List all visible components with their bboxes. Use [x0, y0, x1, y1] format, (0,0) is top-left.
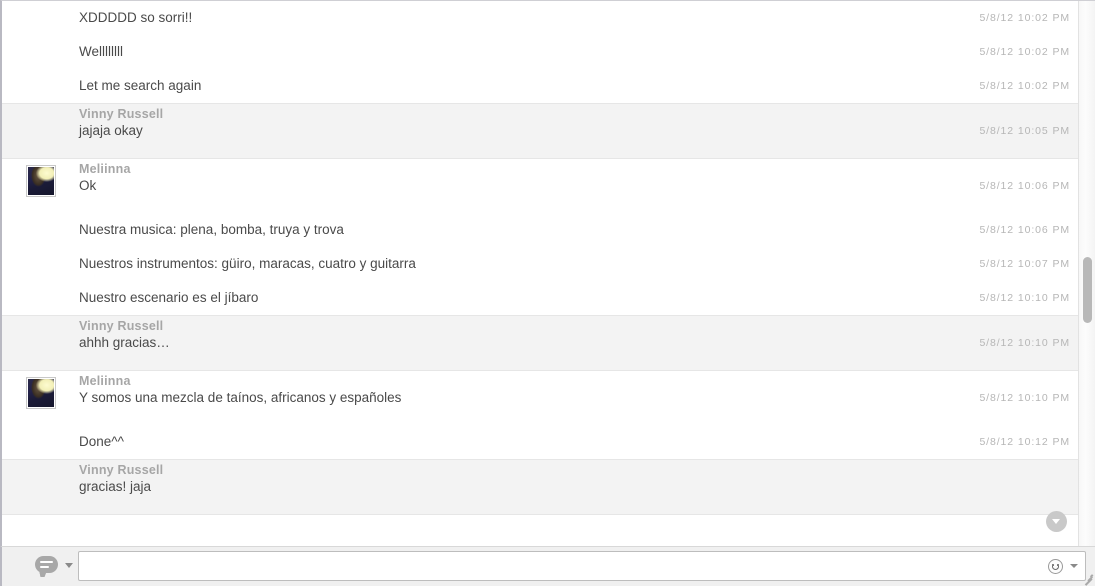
message-input[interactable]	[85, 556, 1015, 576]
message-text: XDDDDD so sorri!!	[79, 10, 193, 25]
message-group: Vinny Russell jajaja okay 5/8/12 10:05 PM	[2, 104, 1080, 159]
message-row: Nuestros instrumentos: güiro, maracas, c…	[2, 247, 1080, 281]
message-timestamp: 5/8/12 10:07 PM	[979, 258, 1070, 270]
bubble-line-1	[40, 561, 53, 563]
im-conversation-window: XDDDDD so sorri!! 5/8/12 10:02 PM Wellllll…	[0, 0, 1095, 586]
message-text: Let me search again	[79, 78, 202, 93]
message-timestamp: 5/8/12 10:02 PM	[979, 80, 1070, 92]
message-text: Nuestro escenario es el jíbaro	[79, 290, 259, 305]
sender-name: Meliinna	[79, 374, 131, 388]
message-group: XDDDDD so sorri!! 5/8/12 10:02 PM Wellllll…	[2, 1, 1080, 104]
message-text: gracias! jaja	[79, 479, 152, 494]
message-row: ahhh gracias… 5/8/12 10:10 PM	[2, 335, 1080, 370]
message-input-container[interactable]	[78, 551, 1086, 581]
message-group: Meliinna Ok 5/8/12 10:06 PM Nuestra musica:…	[2, 159, 1080, 316]
message-list[interactable]: XDDDDD so sorri!! 5/8/12 10:02 PM Wellllll…	[2, 1, 1080, 546]
message-row: jajaja okay 5/8/12 10:05 PM	[2, 123, 1080, 158]
jump-to-bottom-button[interactable]	[1046, 511, 1067, 532]
message-timestamp: 5/8/12 10:06 PM	[979, 224, 1070, 236]
chat-scrollbar[interactable]	[1078, 1, 1095, 546]
message-timestamp: 5/8/12 10:05 PM	[979, 125, 1070, 137]
speech-bubble-shape	[35, 556, 58, 573]
message-text: Done^^	[79, 434, 124, 449]
chat-log-panel: XDDDDD so sorri!! 5/8/12 10:02 PM Wellllll…	[0, 0, 1095, 546]
message-group: Meliinna Y somos una mezcla de taínos, af…	[2, 371, 1080, 460]
message-timestamp: 5/8/12 10:06 PM	[979, 180, 1070, 192]
chevron-down-icon-emote[interactable]	[65, 563, 73, 568]
chevron-down-icon-smiley[interactable]	[1070, 564, 1078, 568]
message-text: jajaja okay	[79, 123, 143, 138]
message-text: Ok	[79, 178, 97, 193]
message-text: ahhh gracias…	[79, 335, 170, 350]
message-timestamp: 5/8/12 10:10 PM	[979, 392, 1070, 404]
resize-handle-icon[interactable]	[1081, 572, 1094, 585]
message-group-header: Vinny Russell	[2, 460, 1080, 480]
message-row: Nuestra musica: plena, bomba, truya y tr…	[2, 213, 1080, 247]
message-row: Y somos una mezcla de taínos, africanos …	[2, 390, 1080, 425]
message-group-header: Meliinna	[2, 159, 1080, 197]
message-group: Vinny Russell ahhh gracias… 5/8/12 10:10 P…	[2, 316, 1080, 371]
message-timestamp: 5/8/12 10:10 PM	[979, 292, 1070, 304]
bubble-line-2	[40, 566, 49, 568]
message-row: Nuestro escenario es el jíbaro 5/8/12 10:…	[2, 281, 1080, 315]
message-timestamp: 5/8/12 10:02 PM	[979, 46, 1070, 58]
sender-name: Meliinna	[79, 162, 131, 176]
sender-name: Vinny Russell	[79, 463, 164, 477]
message-text: Wellllllll	[79, 44, 124, 59]
message-timestamp: 5/8/12 10:02 PM	[979, 12, 1070, 24]
message-group: Vinny Russell gracias! jaja	[2, 460, 1080, 515]
scrollbar-thumb[interactable]	[1083, 257, 1092, 323]
smiley-mouth	[1051, 566, 1060, 571]
message-row: Ok 5/8/12 10:06 PM	[2, 178, 1080, 213]
message-row: Wellllllll 5/8/12 10:02 PM	[2, 35, 1080, 69]
sender-name: Vinny Russell	[79, 319, 164, 333]
message-row: Let me search again 5/8/12 10:02 PM	[2, 69, 1080, 103]
sender-name: Vinny Russell	[79, 107, 164, 121]
message-row: Done^^ 5/8/12 10:12 PM	[2, 425, 1080, 459]
speech-bubble-icon[interactable]	[35, 556, 59, 577]
message-group-header: Vinny Russell	[2, 316, 1080, 336]
message-text: Y somos una mezcla de taínos, africanos …	[79, 390, 402, 405]
message-group-header: Vinny Russell	[2, 104, 1080, 124]
message-text: Nuestra musica: plena, bomba, truya y tr…	[79, 222, 344, 237]
message-composer-bar	[0, 546, 1095, 586]
message-text: Nuestros instrumentos: güiro, maracas, c…	[79, 256, 416, 271]
message-row: gracias! jaja	[2, 479, 1080, 514]
message-group-header: Meliinna	[2, 371, 1080, 409]
message-timestamp: 5/8/12 10:12 PM	[979, 436, 1070, 448]
smiley-face-icon[interactable]	[1048, 559, 1063, 574]
message-timestamp: 5/8/12 10:10 PM	[979, 337, 1070, 349]
message-row: XDDDDD so sorri!! 5/8/12 10:02 PM	[2, 1, 1080, 35]
